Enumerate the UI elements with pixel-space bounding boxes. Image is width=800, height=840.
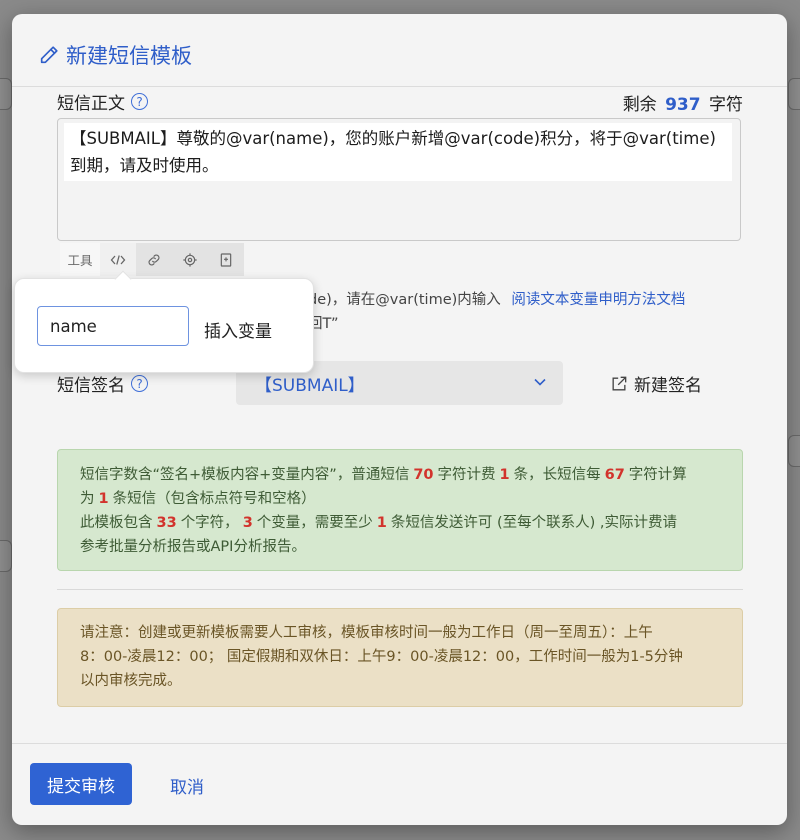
billing-text: 条，长短信每	[513, 467, 601, 483]
bookmark-tool[interactable]	[208, 243, 244, 276]
billing-number: 1	[98, 491, 109, 507]
editor-toolbar: 工具	[60, 243, 244, 276]
signature-selected: 【SUBMAIL】	[255, 375, 365, 396]
review-line-3: 以内审核完成。	[80, 673, 182, 689]
signature-label-text: 短信签名	[57, 376, 125, 396]
insert-variable-button[interactable]: 插入变量	[204, 317, 272, 342]
remaining-prefix: 剩余	[622, 95, 657, 115]
billing-text: 为	[80, 491, 95, 507]
content-label-text: 短信正文	[57, 94, 125, 114]
variable-doc-link[interactable]: 阅读文本变量申明方法文档	[511, 292, 685, 308]
submit-review-button[interactable]: 提交审核	[30, 763, 132, 805]
review-line-1: 请注意：创建或更新模板需要人工审核，模板审核时间一般为工作日（周一至周五）：上午	[80, 625, 653, 641]
external-link-icon	[612, 376, 627, 390]
review-time-note: 请注意：创建或更新模板需要人工审核，模板审核时间一般为工作日（周一至周五）：上午…	[57, 608, 743, 707]
dialog-title: 新建短信模板	[38, 40, 192, 70]
code-icon	[110, 254, 126, 265]
link-tool[interactable]	[136, 243, 172, 276]
billing-line-4: 参考批量分析报告或API分析报告。	[80, 539, 306, 555]
billing-number: 70	[413, 467, 434, 483]
content-text[interactable]: 【SUBMAIL】尊敬的@var(name)，您的账户新增@var(code)积…	[64, 123, 732, 181]
background-fragment	[0, 78, 12, 110]
review-line-2: 8：00-凌晨12：00； 国定假期和双休日：上午9：00-凌晨12：00，工作…	[80, 649, 683, 665]
new-signature-label: 新建签名	[634, 376, 702, 396]
billing-number: 3	[242, 515, 253, 531]
background-fragment	[788, 435, 800, 467]
help-icon[interactable]: ?	[131, 93, 148, 110]
title-divider	[12, 86, 787, 87]
billing-number: 33	[156, 515, 177, 531]
billing-number: 1	[499, 467, 510, 483]
cancel-button[interactable]: 取消	[170, 773, 204, 798]
bookmark-plus-icon	[220, 252, 232, 267]
billing-text: 个字符，	[180, 515, 239, 531]
billing-text: 字符计算	[628, 467, 687, 483]
insert-variable-tool[interactable]	[100, 243, 136, 276]
tools-tab[interactable]: 工具	[60, 243, 100, 276]
billing-info-note: 短信字数含“签名+模板内容+变量内容”，普通短信 70 字符计费 1 条，长短信每 67 字…	[57, 449, 743, 571]
footer-divider	[12, 743, 787, 744]
pencil-icon	[40, 46, 58, 64]
billing-text: 条短信发送许可 (至每个联系人) ,实际计费请	[390, 515, 678, 531]
billing-text: 短信字数含“签名+模板内容+变量内容”，普通短信	[80, 467, 410, 483]
variable-hint: de)，请在@var(time)内输入 阅读文本变量申明方法文档	[308, 288, 685, 309]
billing-line-1: 短信字数含“签名+模板内容+变量内容”，普通短信 70 字符计费 1 条，长短信每 67 字…	[80, 463, 720, 487]
billing-text: 此模板包含	[80, 515, 153, 531]
content-textarea[interactable]: 【SUBMAIL】尊敬的@var(name)，您的账户新增@var(code)积…	[57, 118, 741, 241]
background-fragment	[0, 540, 12, 572]
background-fragment	[788, 78, 800, 110]
insert-variable-popover: 插入变量	[14, 278, 314, 373]
billing-number: 1	[376, 515, 387, 531]
remaining-count: 937	[665, 95, 701, 115]
chevron-down-icon	[534, 378, 546, 386]
billing-line-2: 为 1 条短信（包含标点符号和空格）	[80, 487, 720, 511]
variable-name-input[interactable]	[37, 306, 189, 346]
help-icon[interactable]: ?	[131, 375, 148, 392]
remaining-suffix: 字符	[709, 95, 743, 115]
target-tool[interactable]	[172, 243, 208, 276]
hint-text: de)，请在@var(time)内输入	[308, 292, 501, 308]
signature-label: 短信签名 ?	[57, 371, 148, 396]
billing-text: 条短信（包含标点符号和空格）	[112, 491, 316, 507]
dialog-title-text: 新建短信模板	[66, 44, 192, 68]
target-icon	[183, 252, 197, 267]
section-divider	[57, 589, 743, 590]
content-label: 短信正文 ?	[57, 89, 148, 114]
billing-number: 67	[604, 467, 625, 483]
new-template-dialog: 新建短信模板 短信正文 ? 剩余 937 字符 【SUBMAIL】尊敬的@var…	[12, 14, 787, 825]
remaining-chars: 剩余 937 字符	[623, 90, 743, 115]
link-icon	[148, 254, 160, 265]
billing-text: 字符计费	[437, 467, 496, 483]
new-signature-button[interactable]: 新建签名	[609, 371, 702, 396]
billing-line-3: 此模板包含 33 个字符， 3 个变量，需要至少 1 条短信发送许可 (至每个联系人) ,实…	[80, 511, 720, 535]
billing-text: 个变量，需要至少	[256, 515, 373, 531]
